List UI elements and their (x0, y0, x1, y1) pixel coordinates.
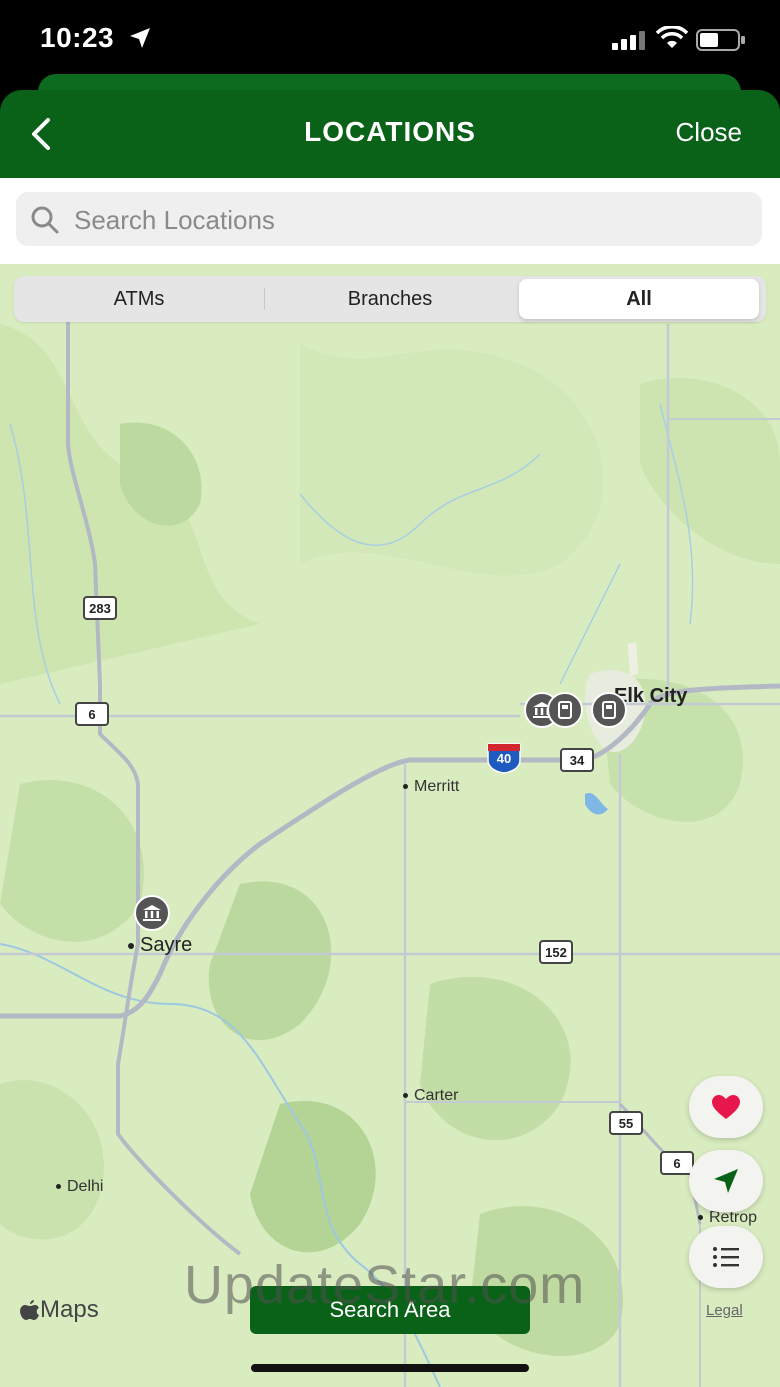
town-name: Merritt (414, 778, 460, 795)
segment-branches[interactable]: Branches (265, 276, 515, 322)
apple-maps-attribution: Maps (20, 1296, 99, 1324)
search-icon (31, 206, 59, 234)
map-view[interactable]: ATMs Branches All 283 6 40 34 152 55 6 E… (0, 264, 780, 1387)
heart-icon (712, 1095, 740, 1119)
atm-icon (558, 701, 572, 719)
location-services-icon (130, 28, 150, 48)
search-input[interactable] (72, 200, 736, 240)
town-dot (403, 784, 408, 790)
route-shield-ok152: 152 (539, 940, 573, 964)
town-dot (403, 1093, 408, 1099)
atm-pin[interactable] (547, 692, 583, 728)
interstate-shield-i40: 40 (486, 742, 522, 774)
cellular-signal-icon (612, 31, 645, 50)
town-name: Carter (414, 1087, 459, 1104)
route-shield-ok55: 55 (609, 1111, 643, 1135)
segment-all[interactable]: All (519, 276, 759, 322)
status-time: 10:23 (40, 22, 115, 53)
apple-logo-icon (20, 1300, 39, 1320)
legal-link[interactable]: Legal (706, 1302, 743, 1319)
town-dot (698, 1215, 703, 1221)
list-view-button[interactable] (689, 1226, 763, 1288)
town-dot (128, 942, 134, 949)
wifi-icon (656, 26, 688, 48)
current-location-button[interactable] (689, 1150, 763, 1212)
page-title: LOCATIONS (304, 116, 476, 147)
search-bar-container (0, 178, 780, 264)
route-shield-us283: 283 (83, 596, 117, 620)
bank-building-icon (143, 905, 161, 921)
favorites-button[interactable] (689, 1076, 763, 1138)
town-label-carter: Carter (403, 1087, 458, 1105)
list-icon (713, 1247, 739, 1267)
route-shield-ok34: 34 (560, 748, 594, 772)
town-label-delhi: Delhi (56, 1178, 103, 1196)
locations-header: LOCATIONS Close (0, 90, 780, 178)
search-field (16, 192, 762, 246)
segment-atms[interactable]: ATMs (14, 276, 264, 322)
home-indicator[interactable] (251, 1364, 529, 1372)
route-shield-ok6-east: 6 (660, 1151, 694, 1175)
town-dot (56, 1184, 61, 1190)
town-label-merritt: Merritt (403, 778, 459, 796)
town-name: Sayre (140, 934, 193, 956)
maps-label: Maps (40, 1296, 99, 1323)
town-name: Delhi (67, 1178, 104, 1195)
location-type-filter: ATMs Branches All (14, 276, 766, 322)
close-button[interactable]: Close (676, 117, 742, 148)
location-arrow-icon (714, 1169, 738, 1193)
town-label-sayre: Sayre (128, 934, 192, 957)
atm-icon (602, 701, 616, 719)
interstate-number: 40 (496, 751, 512, 766)
battery-icon (696, 29, 745, 51)
route-shield-ok6: 6 (75, 702, 109, 726)
map-terrain (0, 294, 780, 1387)
atm-pin[interactable] (591, 692, 627, 728)
search-area-button[interactable]: Search Area (250, 1286, 530, 1334)
branch-pin[interactable] (134, 895, 170, 931)
